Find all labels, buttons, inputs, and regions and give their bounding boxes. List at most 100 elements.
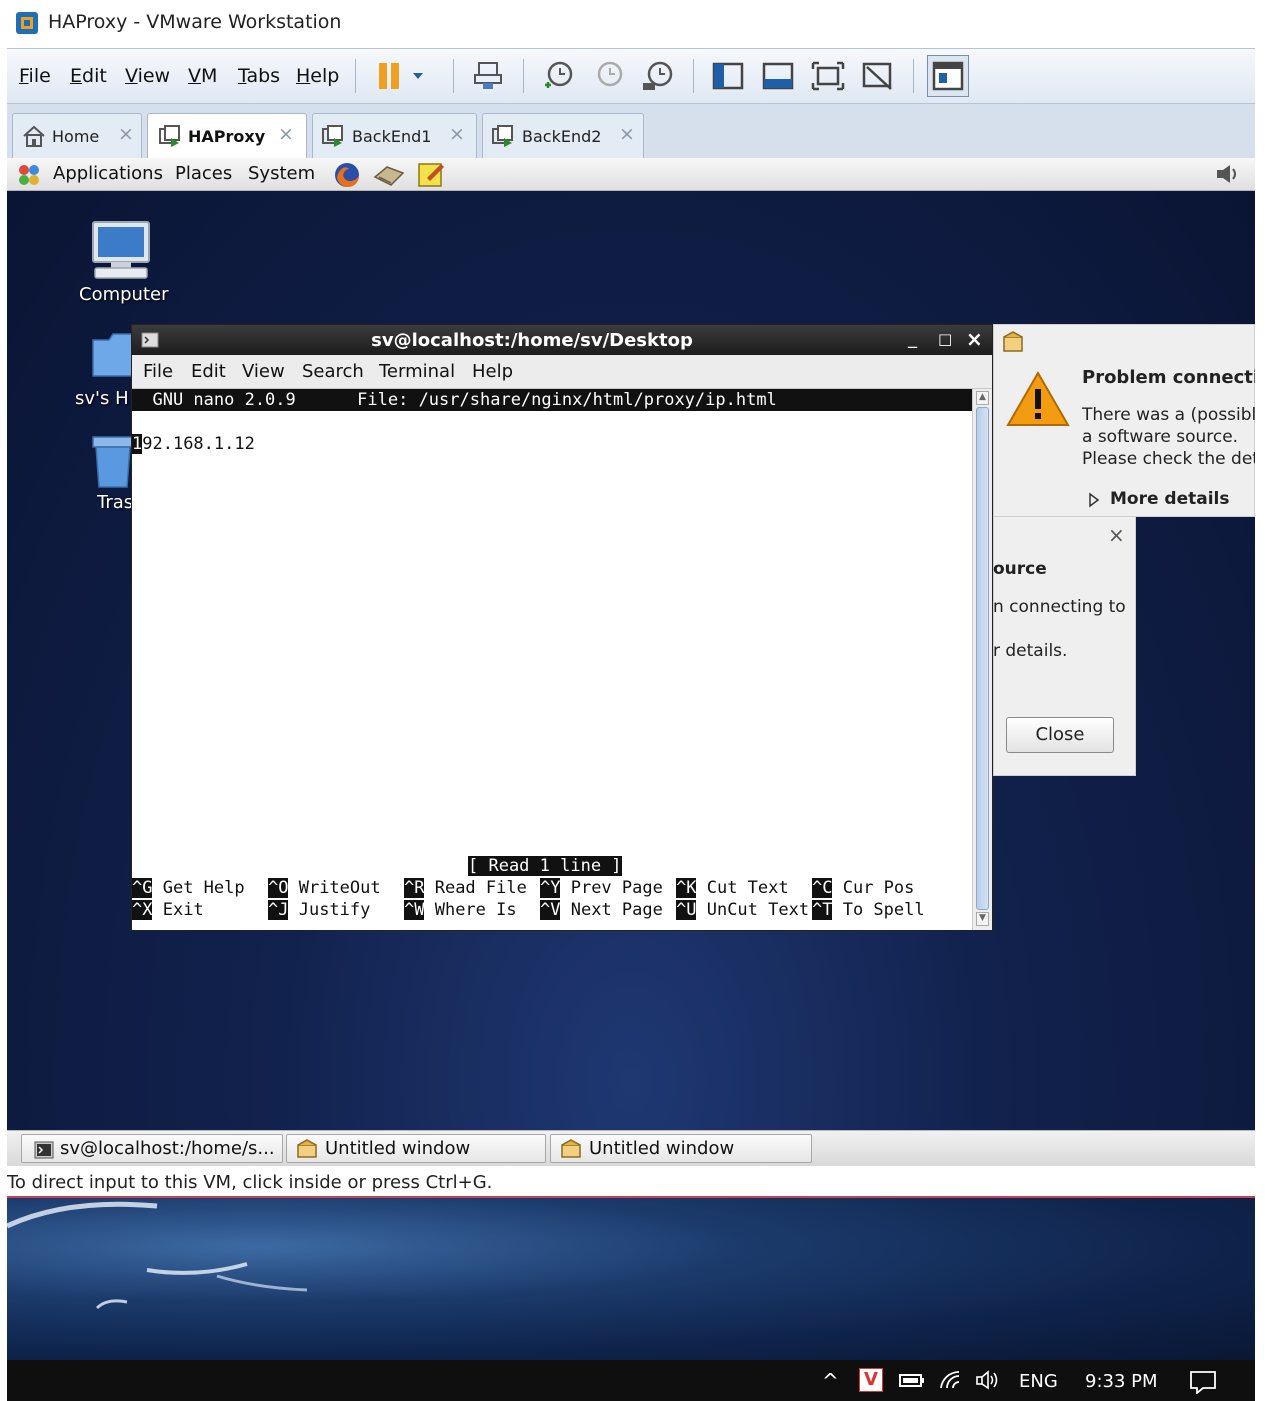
nano-status-text: [ Read 1 line ] [468, 856, 622, 876]
terminal-menu-edit[interactable]: Edit [191, 361, 226, 382]
snapshot-take-icon[interactable] [541, 59, 575, 93]
nano-shortcut-key: ^C [812, 878, 833, 898]
expand-triangle-icon[interactable] [1088, 492, 1100, 508]
wifi-icon[interactable] [939, 1370, 963, 1390]
toolbar-separator [693, 59, 694, 93]
close-icon[interactable]: × [449, 123, 465, 145]
terminal-menu-help[interactable]: Help [472, 361, 513, 382]
terminal-menu-file[interactable]: File [143, 361, 173, 382]
gnome-menu-places[interactable]: Places [175, 163, 232, 184]
close-icon[interactable]: × [1108, 523, 1125, 547]
menu-view[interactable]: View [125, 65, 170, 87]
menu-file[interactable]: File [19, 65, 51, 87]
computer-icon[interactable] [89, 218, 153, 282]
snapshot-manager-icon[interactable] [641, 59, 675, 93]
terminal-scrollbar[interactable]: ▲ ▼ [972, 389, 992, 930]
nano-shortcut-label: Next Page [560, 900, 663, 920]
close-button[interactable]: Close [1006, 717, 1114, 753]
nano-shortcut: ^R Read File [404, 877, 527, 899]
show-library-icon[interactable] [711, 59, 745, 93]
snapshot-revert-icon[interactable] [591, 59, 625, 93]
nano-shortcut-key: ^G [132, 878, 153, 898]
terminal-window[interactable]: sv@localhost:/home/sv/Desktop _ □ × File… [131, 324, 993, 931]
battery-icon[interactable] [899, 1372, 925, 1388]
terminal-menu-terminal[interactable]: Terminal [379, 361, 455, 382]
nano-content-line[interactable]: 192.168.1.12 [132, 433, 255, 455]
menu-help[interactable]: Help [296, 65, 339, 87]
speaker-icon[interactable] [975, 1370, 1001, 1390]
send-ctrl-alt-del-icon[interactable] [471, 59, 505, 93]
pause-icon[interactable] [375, 59, 431, 93]
nano-shortcut: ^G Get Help [132, 877, 245, 899]
antivirus-icon[interactable]: V [859, 1368, 883, 1392]
minimize-icon[interactable]: _ [908, 328, 917, 349]
taskbar-item-untitled-2[interactable]: Untitled window [550, 1134, 812, 1163]
close-icon[interactable]: × [278, 123, 294, 145]
taskbar-item-untitled-1[interactable]: Untitled window [286, 1134, 546, 1163]
home-icon [22, 125, 46, 147]
trash-icon[interactable] [91, 433, 135, 489]
nano-status: [ Read 1 line ] [468, 855, 622, 877]
nano-shortcut-label: Cut Text [696, 878, 789, 898]
maximize-icon[interactable]: □ [938, 330, 952, 348]
terminal-menu-search[interactable]: Search [302, 361, 364, 382]
scroll-up-icon[interactable]: ▲ [976, 391, 989, 405]
nano-shortcut: ^W Where Is [404, 899, 517, 921]
close-icon[interactable]: × [619, 123, 635, 145]
notification-popup: Problem connecti There was a (possibl a … [993, 324, 1255, 517]
guest-bottom-panel: sv@localhost:/home/s... Untitled window … [7, 1130, 1255, 1166]
close-icon[interactable]: × [118, 123, 134, 145]
menu-vm[interactable]: VM [188, 65, 217, 87]
gnome-menu-system[interactable]: System [248, 163, 315, 184]
mail-icon[interactable] [373, 161, 405, 189]
menu-edit[interactable]: Edit [70, 65, 107, 87]
desktop-label-trash: Tras [97, 492, 134, 513]
nano-shortcut-key: ^Y [540, 878, 561, 898]
warning-icon [1006, 369, 1070, 429]
unity-icon[interactable] [861, 59, 895, 93]
terminal-titlebar: sv@localhost:/home/sv/Desktop _ □ × [132, 325, 992, 355]
volume-icon[interactable] [1215, 163, 1241, 185]
scroll-down-icon[interactable]: ▼ [976, 912, 989, 926]
toolbar-separator [453, 59, 454, 93]
tab-label: Home [52, 127, 100, 146]
nano-shortcut-key: ^U [676, 900, 697, 920]
guest-screen[interactable]: Applications Places System Computer sv's… [7, 158, 1255, 1130]
more-details-link[interactable]: More details [1110, 489, 1230, 509]
full-screen-icon[interactable] [811, 59, 845, 93]
clock[interactable]: 9:33 PM [1085, 1371, 1158, 1392]
toolbar-separator [355, 59, 356, 93]
action-center-icon[interactable] [1189, 1370, 1217, 1394]
notes-icon[interactable] [417, 160, 445, 188]
tab-home[interactable]: Home × [12, 113, 142, 158]
nano-shortcut-key: ^V [540, 900, 561, 920]
close-icon[interactable]: × [966, 327, 983, 351]
taskbar-item-terminal[interactable]: sv@localhost:/home/s... [21, 1134, 283, 1163]
chevron-up-icon[interactable]: ^ [822, 1369, 839, 1393]
firefox-icon[interactable] [333, 161, 361, 189]
gnome-menu-applications[interactable]: Applications [53, 163, 163, 184]
nano-shortcut-label: Justify [288, 900, 371, 920]
gnome-top-panel: Applications Places System [7, 158, 1255, 191]
tab-haproxy[interactable]: HAProxy × [147, 113, 307, 159]
cursor: 1 [132, 434, 143, 454]
terminal-menu-view[interactable]: View [242, 361, 285, 382]
nano-shortcut: ^Y Prev Page [540, 877, 663, 899]
file-text: 92.168.1.12 [142, 434, 255, 454]
tab-backend2[interactable]: BackEnd2 × [482, 113, 644, 158]
notification-line2: a software source. [1082, 427, 1239, 447]
show-thumbnail-bar-icon[interactable] [761, 59, 795, 93]
home-folder-icon[interactable] [91, 328, 135, 378]
console-view-icon[interactable] [927, 55, 969, 97]
tab-backend1[interactable]: BackEnd1 × [312, 113, 477, 158]
nano-shortcut-label: Get Help [152, 878, 245, 898]
scroll-thumb[interactable] [976, 407, 989, 910]
nano-shortcut: ^V Next Page [540, 899, 663, 921]
nano-shortcut-label: Where Is [424, 900, 517, 920]
terminal-body[interactable]: GNU nano 2.0.9 File: /usr/share/nginx/ht… [132, 389, 972, 930]
nano-shortcut: ^T To Spell [812, 899, 925, 921]
nano-shortcut-label: UnCut Text [696, 900, 810, 920]
language-indicator[interactable]: ENG [1019, 1371, 1058, 1392]
applications-icon [16, 162, 42, 188]
menu-tabs[interactable]: Tabs [238, 65, 280, 87]
